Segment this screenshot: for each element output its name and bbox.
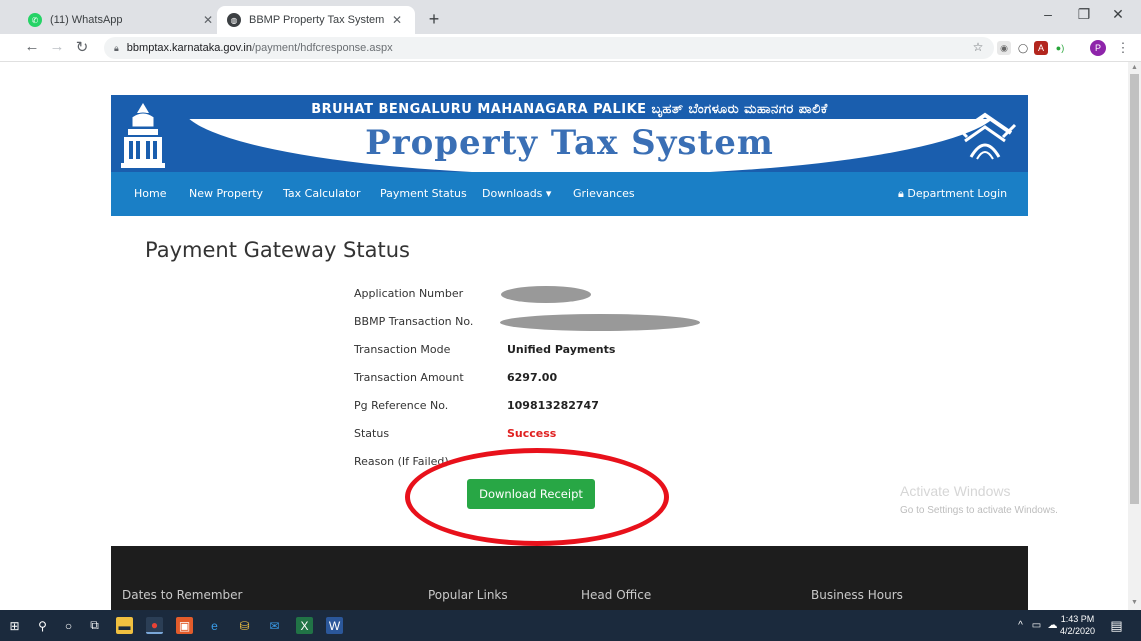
lock-icon[interactable]: 🔒︎ [114,43,119,54]
footer-head-office: Head Office [581,588,652,602]
scroll-thumb[interactable] [1130,74,1139,504]
lock-icon: 🔒︎ [898,187,904,200]
footer-dates-to-remember: Dates to Remember [122,588,243,602]
footer-business-hours: Business Hours [811,588,903,602]
close-icon[interactable]: ✕ [389,13,405,27]
new-tab-button[interactable]: + [423,9,445,30]
app-icon[interactable]: ▣ [176,617,193,634]
cortana-icon[interactable]: ○ [60,617,77,634]
tray-time: 1:43 PM [1060,614,1095,624]
windows-start-icon[interactable]: ⊞ [6,617,23,634]
site-footer: Dates to Remember Popular Links Head Off… [111,546,1028,610]
excel-icon[interactable]: X [296,617,313,634]
org-name: BRUHAT BENGALURU MAHANAGARA PALIKE ಬೃಹತ್… [311,102,828,117]
reload-icon[interactable]: ↻ [72,38,92,56]
nav-home[interactable]: Home [134,187,166,200]
search-icon[interactable]: ⚲ [34,617,51,634]
nav-payment-status[interactable]: Payment Status [380,187,467,200]
label-application-number: Application Number [354,287,464,300]
url-host: bbmptax.karnataka.gov.in [126,42,252,54]
value-transaction-mode: Unified Payments [507,343,616,356]
edge-icon[interactable]: e [206,617,223,634]
value-transaction-amount: 6297.00 [507,371,558,384]
annotation-red-circle [405,448,669,546]
site-title: Property Tax System [365,123,774,163]
star-icon[interactable]: ☆ [971,40,985,54]
nav-grievances[interactable]: Grievances [573,187,635,200]
notifications-icon[interactable]: ▤ [1108,617,1125,634]
minimize-icon[interactable]: – [1036,6,1060,22]
browser-toolbar: ← → ↻ 🔒︎ bbmptax.karnataka.gov.in /payme… [0,34,1141,62]
tray-date: 4/2/2020 [1060,626,1096,636]
value-pg-reference-no: 109813282747 [507,399,599,412]
cloud-icon[interactable]: ☁ [1044,617,1061,634]
footer-popular-links: Popular Links [428,588,508,602]
department-login-label: Department Login [907,187,1008,200]
back-icon[interactable]: ← [22,38,42,55]
close-icon[interactable]: ✕ [200,13,216,27]
restore-icon[interactable]: ❐ [1072,6,1096,23]
nav-tax-calculator[interactable]: Tax Calculator [283,187,361,200]
chrome-icon[interactable]: ● [146,617,163,634]
extension-icon[interactable]: ◉ [997,41,1011,55]
activate-windows-subtitle: Go to Settings to activate Windows. [900,505,1058,516]
tray-clock[interactable]: 1:43 PM 4/2/2020 [1060,613,1095,637]
tab-whatsapp[interactable]: ✆ (11) WhatsApp ✕ [18,6,226,34]
address-bar[interactable]: 🔒︎ bbmptax.karnataka.gov.in /payment/hdf… [104,37,994,59]
browser-tab-strip: ✆ (11) WhatsApp ✕ ◍ BBMP Property Tax Sy… [0,0,1141,34]
url-path: /payment/hdfcresponse.aspx [251,42,393,54]
scroll-down-icon[interactable]: ▼ [1131,599,1138,606]
redacted-transaction-no [500,314,700,331]
label-transaction-mode: Transaction Mode [354,343,451,356]
site-nav: Home New Property Tax Calculator Payment… [111,172,1028,216]
tab-bbmp[interactable]: ◍ BBMP Property Tax System ✕ [217,6,415,34]
label-pg-reference-no: Pg Reference No. [354,399,449,412]
mail-icon[interactable]: ✉ [266,617,283,634]
close-window-icon[interactable]: ✕ [1106,6,1130,23]
scroll-up-icon[interactable]: ▲ [1131,64,1138,71]
nav-downloads[interactable]: Downloads ▾ [482,187,551,200]
page-scrollbar[interactable]: ▲ ▼ [1128,62,1141,610]
pdf-extension-icon[interactable]: A [1034,41,1048,55]
tab-title: (11) WhatsApp [50,14,123,26]
tab-title: BBMP Property Tax System [249,14,385,26]
nav-new-property[interactable]: New Property [189,187,263,200]
page-viewport: BRUHAT BENGALURU MAHANAGARA PALIKE ಬೃಹತ್… [0,62,1128,610]
redacted-application-number [501,286,591,303]
tray-chevron-icon[interactable]: ^ [1012,617,1029,634]
menu-icon[interactable]: ⋮ [1116,40,1130,55]
label-transaction-amount: Transaction Amount [354,371,464,384]
word-icon[interactable]: W [326,617,343,634]
task-view-icon[interactable]: ⧉ [86,617,103,634]
extension-icon[interactable]: ◯ [1016,41,1030,55]
bbmp-temple-logo [121,103,165,168]
activate-windows-title: Activate Windows [900,483,1011,499]
windows-taskbar: ⊞ ⚲ ○ ⧉ ▬ ● ▣ e ⛁ ✉ X W ^ ▭ ☁ 1:43 PM 4/… [0,610,1141,641]
page-title: Payment Gateway Status [145,238,410,262]
nav-department-login[interactable]: 🔒︎ Department Login [898,187,1007,201]
bbmp-emblem-logo [953,112,1017,160]
profile-avatar-icon[interactable]: P [1090,40,1106,56]
label-status: Status [354,427,390,440]
network-icon[interactable]: ▭ [1028,617,1045,634]
file-explorer-icon[interactable]: ▬ [116,617,133,634]
forward-icon[interactable]: → [47,38,67,55]
value-status: Success [507,427,557,440]
audio-extension-icon[interactable]: ●) [1053,41,1067,55]
label-bbmp-transaction-no: BBMP Transaction No. [354,315,474,328]
globe-icon: ◍ [227,13,241,27]
whatsapp-icon: ✆ [28,13,42,27]
store-icon[interactable]: ⛁ [236,617,253,634]
payment-status-panel: Payment Gateway Status Application Numbe… [111,216,1028,546]
